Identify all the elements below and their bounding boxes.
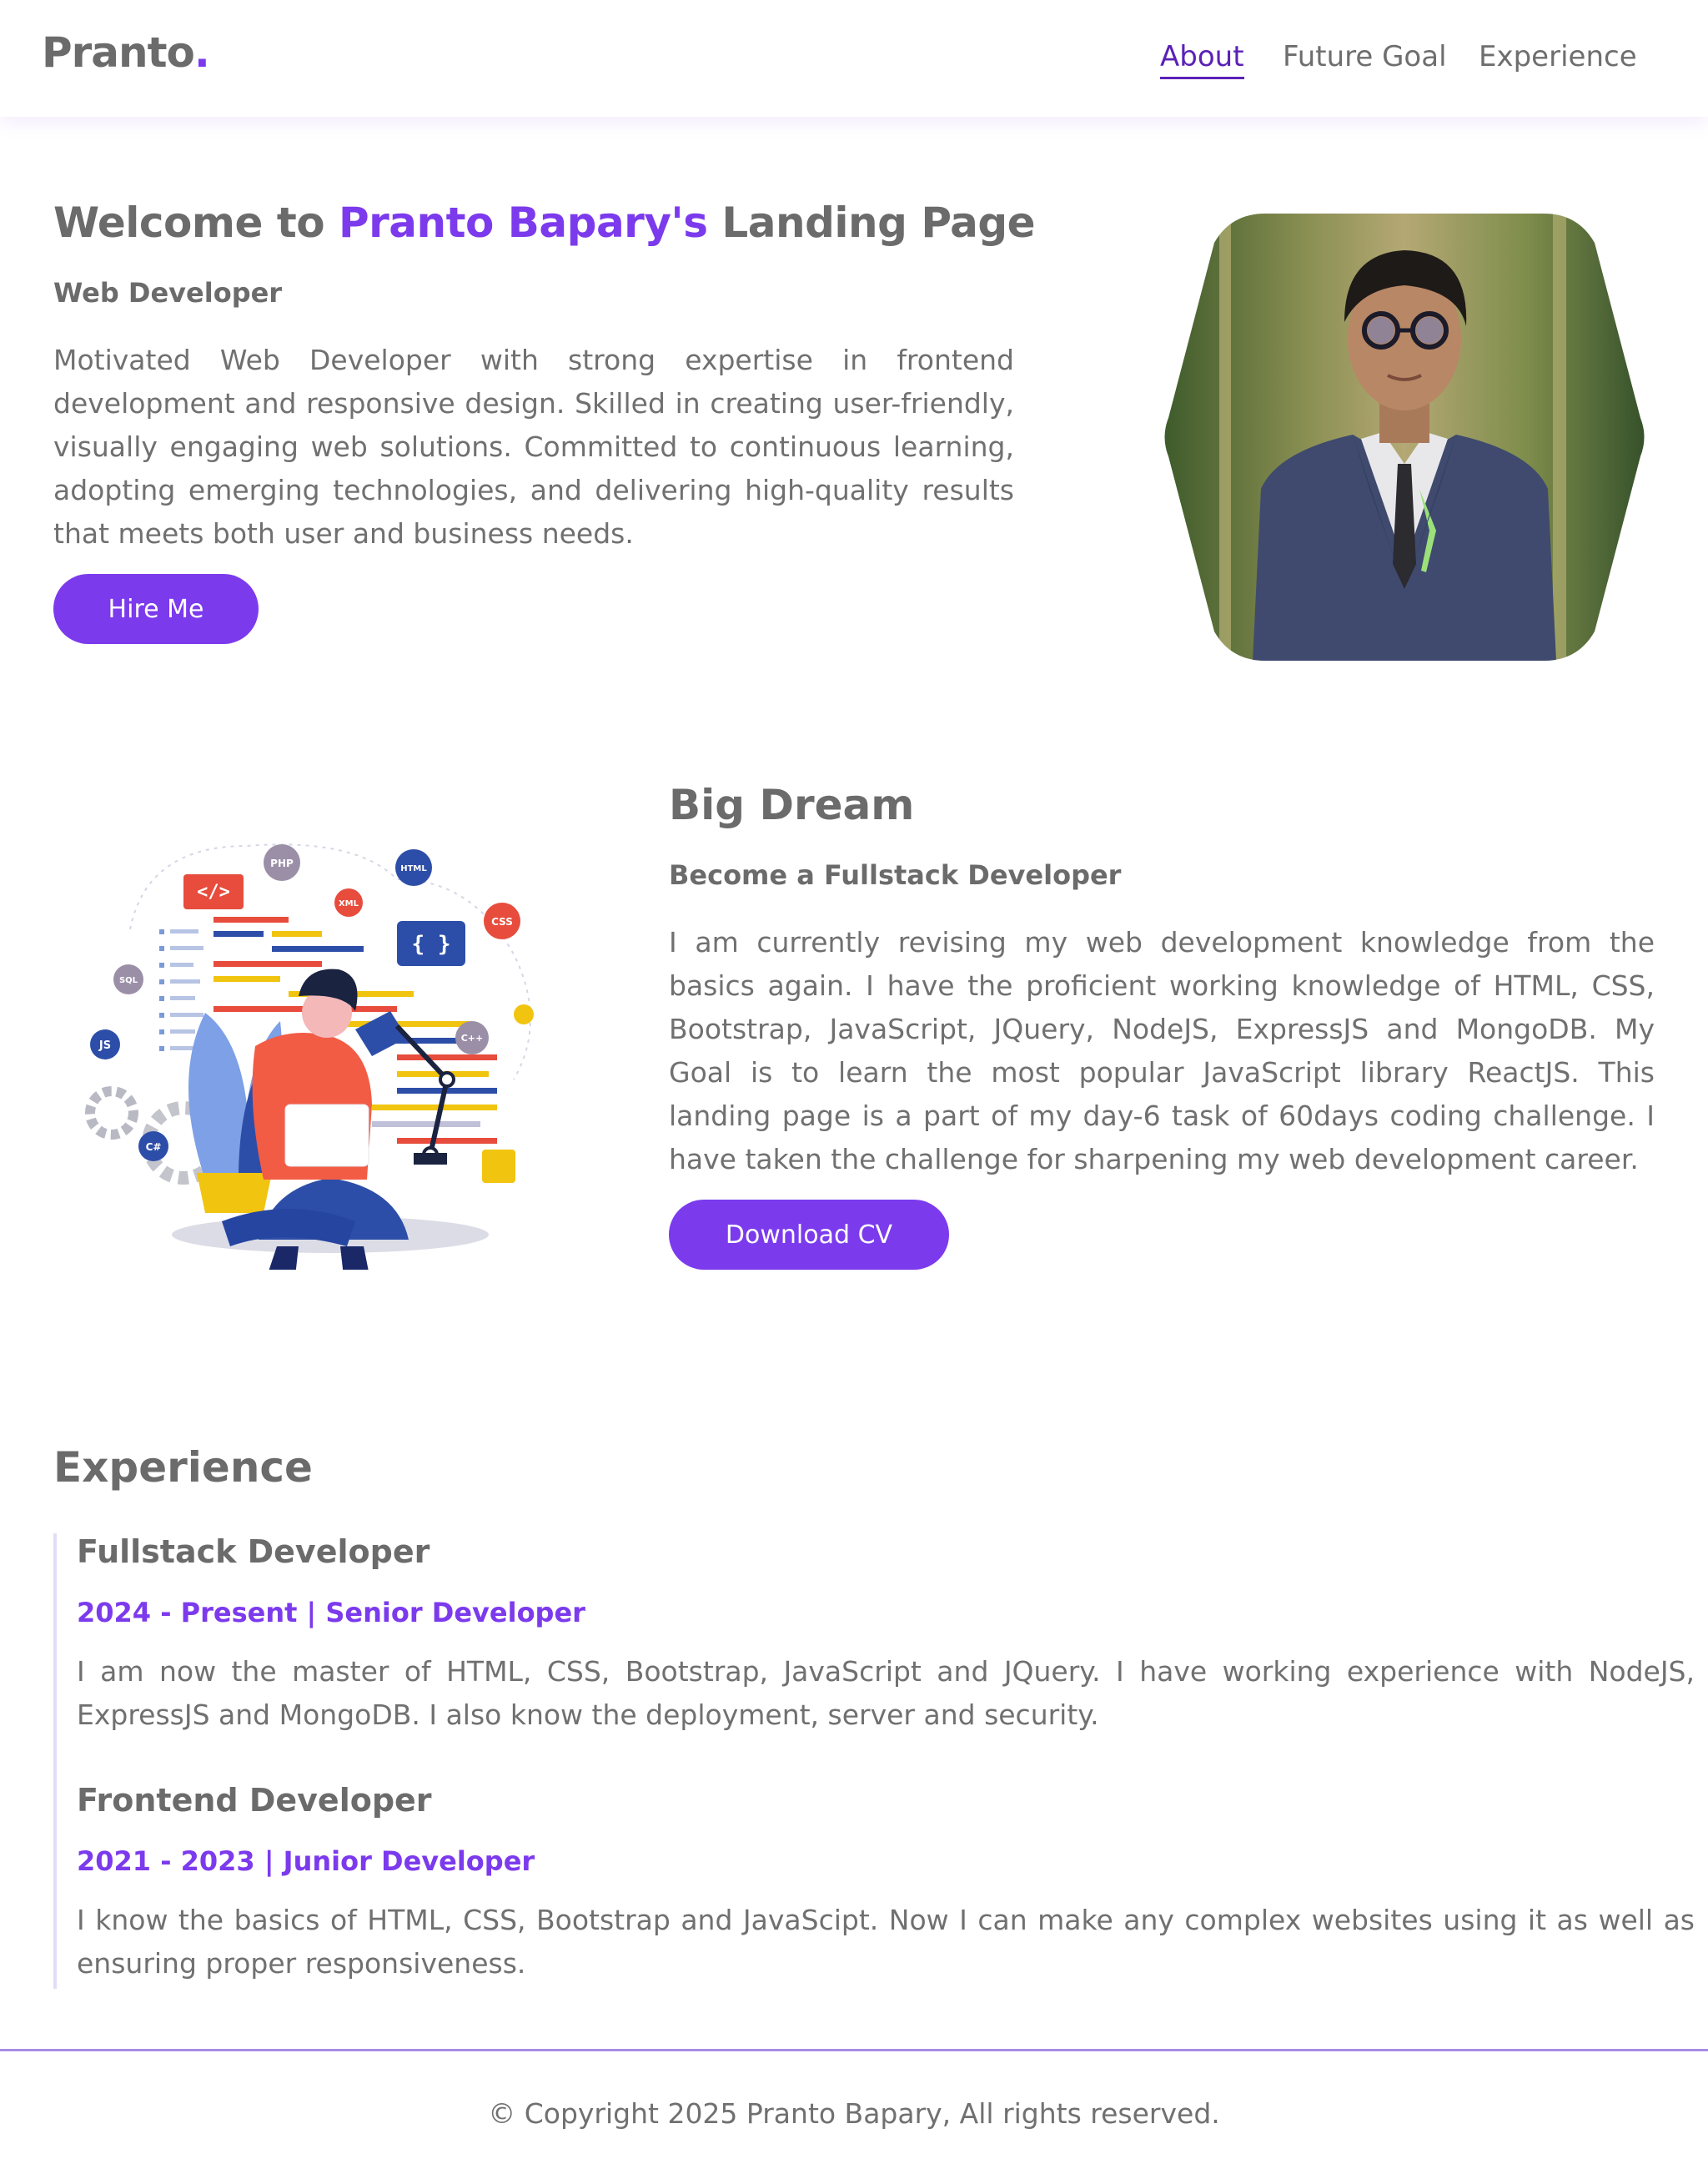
badge-code-tag: </>	[197, 882, 230, 903]
hero-subtitle: Web Developer	[53, 277, 283, 309]
hero-title-prefix: Welcome to	[53, 199, 339, 247]
job-title: Frontend Developer	[77, 1782, 432, 1819]
hero-title-name: Pranto Bapary's	[339, 199, 708, 247]
badge-csharp: C#	[146, 1141, 162, 1153]
experience-timeline: Fullstack Developer 2024 - Present | Sen…	[53, 1533, 1695, 1989]
developer-illustration: </> { } PHP HTML XML CSS SQL JS C++ C#	[85, 843, 534, 1270]
badge-xml: XML	[339, 899, 359, 908]
brand-dot: .	[193, 28, 210, 77]
hero-title-suffix: Landing Page	[707, 199, 1036, 247]
brand-logo[interactable]: Pranto.	[42, 28, 210, 77]
job-meta: 2024 - Present | Senior Developer	[77, 1597, 585, 1628]
dream-subtitle: Become a Fullstack Developer	[669, 859, 1122, 891]
download-cv-button[interactable]: Download CV	[669, 1200, 949, 1270]
badge-js: JS	[98, 1039, 111, 1052]
gear-icon	[85, 1086, 138, 1140]
badge-css: CSS	[491, 916, 513, 928]
job-title: Fullstack Developer	[77, 1533, 430, 1570]
job-description: I know the basics of HTML, CSS, Bootstra…	[77, 1904, 1695, 1980]
job-description: I am now the master of HTML, CSS, Bootst…	[77, 1655, 1695, 1731]
hero-description: Motivated Web Developer with strong expe…	[53, 344, 1014, 550]
navbar: Pranto. About Future Goal Experience	[0, 0, 1708, 117]
job-meta: 2021 - 2023 | Junior Developer	[77, 1845, 535, 1877]
badge-php: PHP	[270, 858, 294, 869]
dream-title: Big Dream	[669, 781, 915, 829]
footer-divider	[0, 2049, 1708, 2051]
footer-copyright: © Copyright 2025 Pranto Bapary, All righ…	[488, 2097, 1220, 2130]
experience-title: Experience	[53, 1443, 313, 1492]
dream-description: I am currently revising my web developme…	[669, 926, 1655, 1175]
badge-sql: SQL	[119, 976, 138, 985]
nav-link-about[interactable]: About	[1160, 40, 1244, 79]
brand-name: Pranto	[42, 28, 195, 77]
nav-link-future-goal[interactable]: Future Goal	[1283, 40, 1447, 73]
profile-photo	[1164, 214, 1645, 661]
badge-html: HTML	[400, 864, 427, 873]
badge-braces: { }	[412, 932, 451, 957]
nav-link-experience[interactable]: Experience	[1479, 40, 1637, 73]
hire-me-button[interactable]: Hire Me	[53, 574, 259, 644]
hero-title: Welcome to Pranto Bapary's Landing Page	[53, 199, 1036, 247]
badge-cpp: C++	[461, 1033, 484, 1044]
